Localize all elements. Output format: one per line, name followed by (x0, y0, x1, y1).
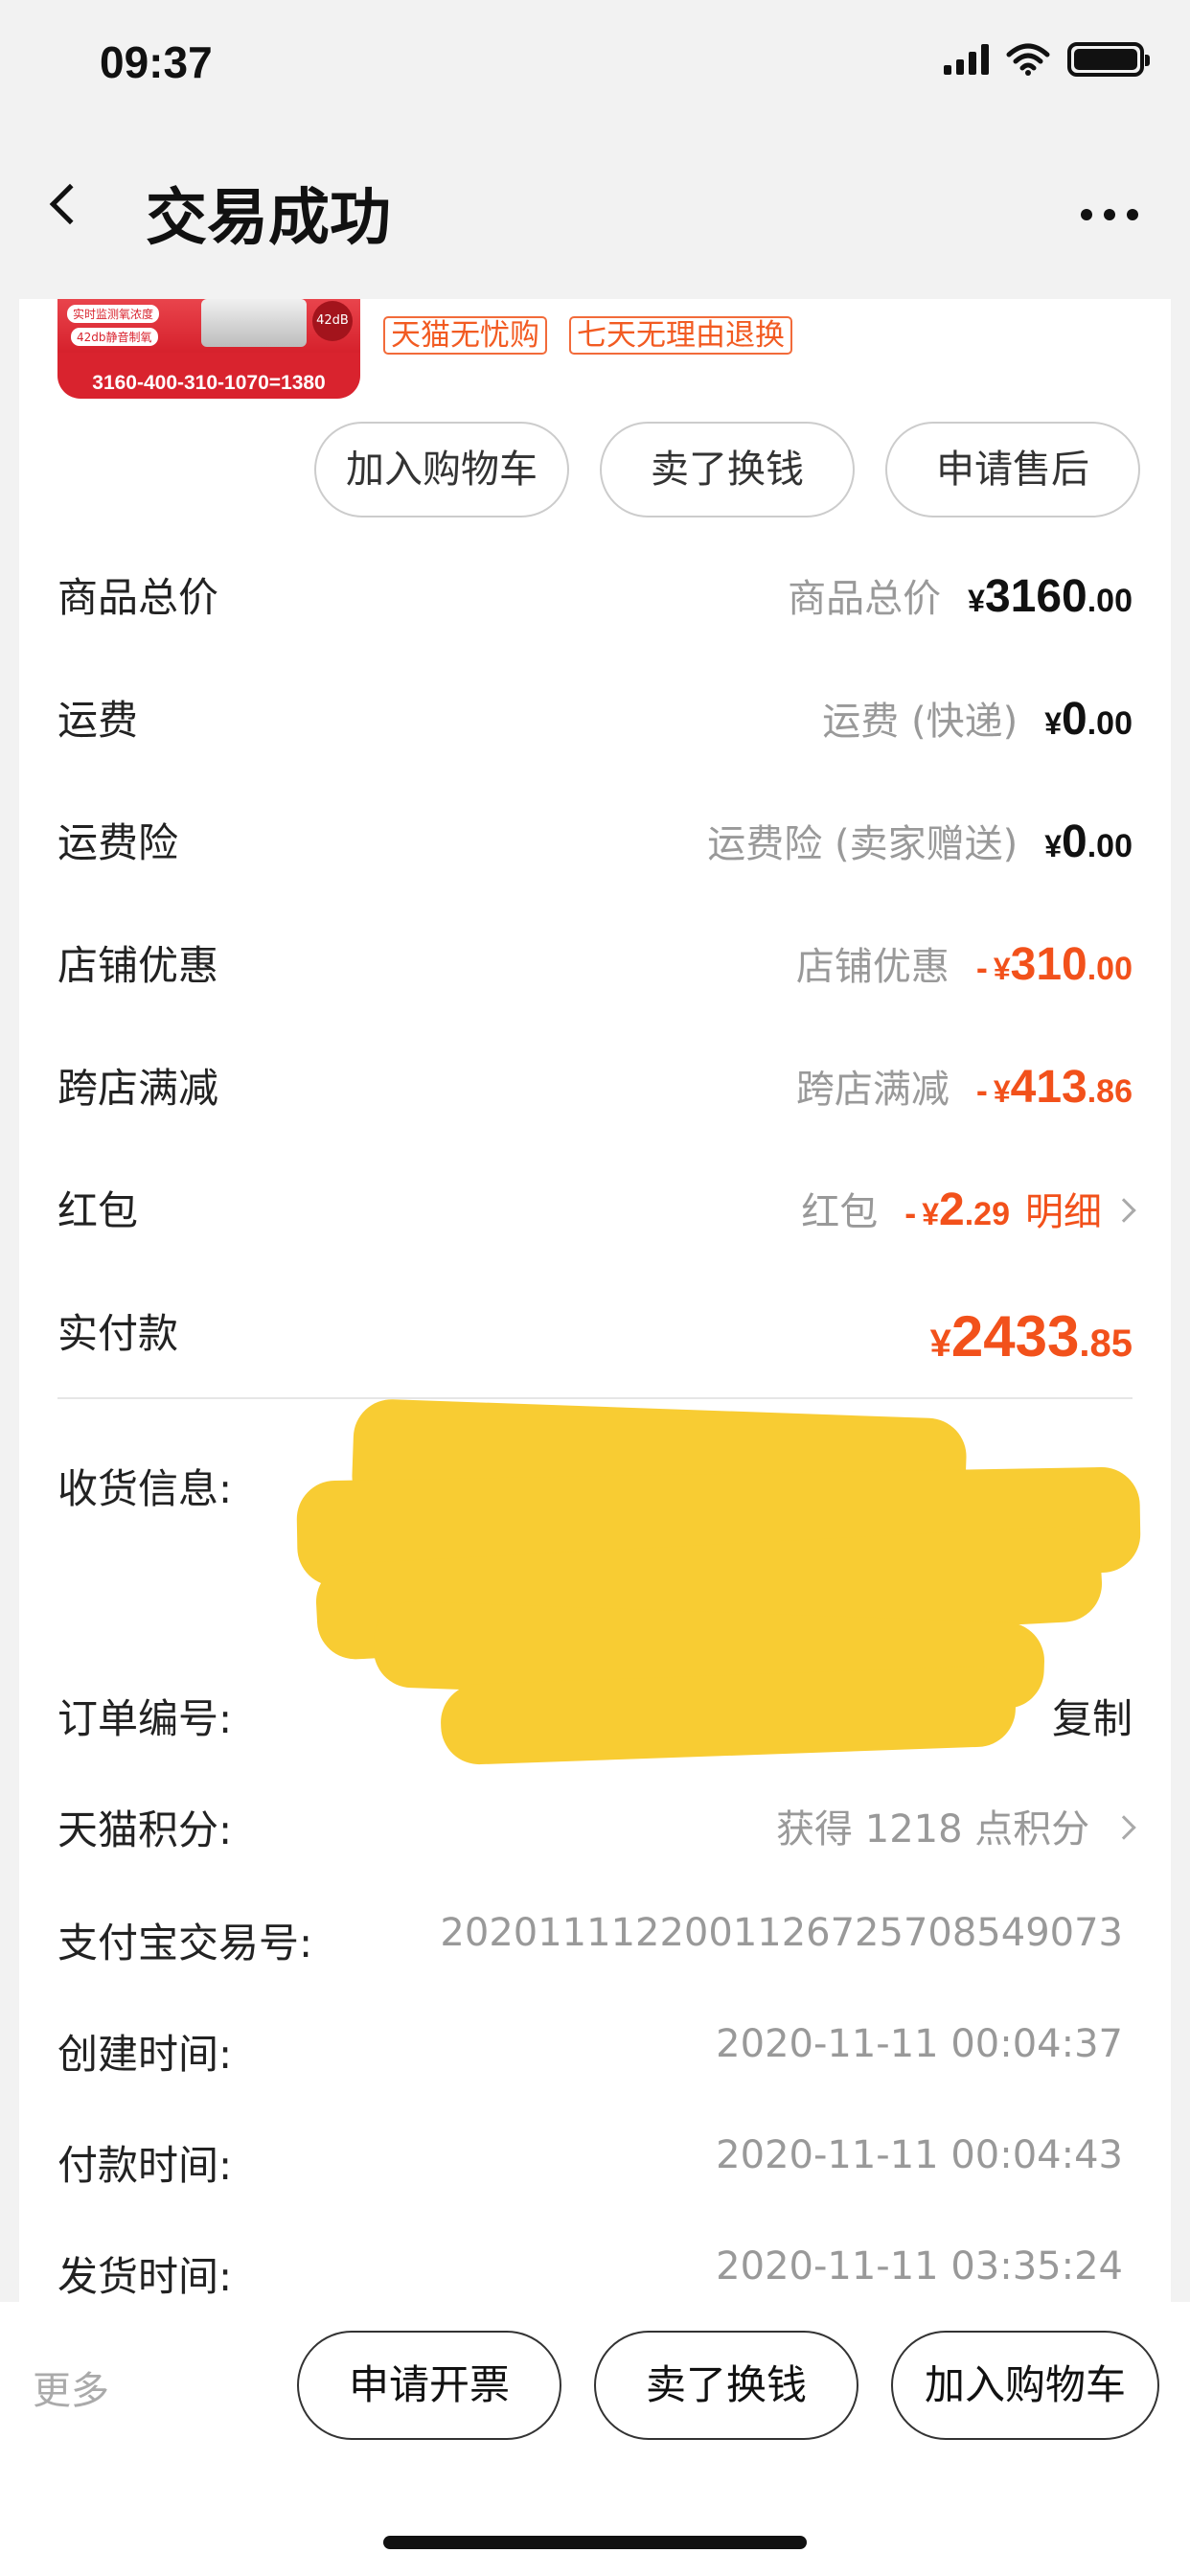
fee-label: 运费 (57, 697, 139, 744)
fee-sub-label: 店铺优惠 (795, 945, 950, 989)
minus-sign: - (904, 1193, 917, 1232)
fee-row-total: 商品总价 商品总价 ¥3160.00 (19, 560, 1171, 646)
fee-sub-label: 商品总价 (788, 577, 942, 621)
paid-label: 实付款 (57, 1310, 179, 1357)
paid-time-row: 付款时间: 2020-11-11 00:04:43 (19, 2126, 1171, 2202)
back-button[interactable] (29, 163, 115, 249)
resell-button[interactable]: 卖了换钱 (600, 422, 855, 518)
service-tag: 天猫无忧购 (383, 316, 547, 355)
service-tag: 七天无理由退换 (569, 316, 792, 355)
fee-sub-label: 运费险 (卖家赠送) (707, 822, 1018, 866)
fee-row-shipping: 运费 运费 (快递) ¥0.00 (19, 682, 1171, 769)
status-bar: 09:37 (0, 0, 1190, 134)
fee-amount: ¥2.29 (922, 1184, 1010, 1235)
fee-sub-label: 红包 (801, 1190, 879, 1234)
alipay-row: 支付宝交易号: 2020111122001126725708549073 (19, 1903, 1171, 1980)
fee-label: 红包 (57, 1187, 139, 1234)
copy-button[interactable]: 复制 (1052, 1687, 1133, 1745)
info-label: 天猫积分: (57, 1806, 233, 1853)
info-label: 收货信息: (57, 1465, 233, 1512)
after-sales-button[interactable]: 申请售后 (885, 422, 1140, 518)
nav-bar: 交易成功 (0, 134, 1190, 297)
home-indicator (383, 2536, 807, 2549)
info-label: 支付宝交易号: (57, 1920, 313, 1966)
thumb-badge: 42dB (312, 301, 353, 341)
product-thumbnail[interactable]: 实时监测氧浓度 42db静音制氧 42dB 3160-400-310-1070=… (57, 299, 360, 399)
page-title: 交易成功 (146, 183, 391, 254)
fee-label: 跨店满减 (57, 1065, 219, 1112)
cellular-signal-icon (944, 44, 989, 75)
battery-icon (1067, 42, 1150, 77)
back-chevron-icon (49, 183, 91, 225)
paid-amount: ¥2433.85 (929, 1304, 1133, 1368)
paid-time-value: 2020-11-11 00:04:43 (716, 2133, 1123, 2177)
fee-row-red-packet[interactable]: 红包 红包 - ¥2.29 明细 (19, 1173, 1171, 1259)
fee-row-paid: 实付款 ¥2433.85 (19, 1296, 1171, 1382)
fee-row-shipping-insurance: 运费险 运费险 (卖家赠送) ¥0.00 (19, 805, 1171, 891)
fee-amount: ¥413.86 (993, 1062, 1133, 1113)
wifi-icon (1006, 43, 1050, 76)
more-options-icon[interactable] (1081, 209, 1138, 220)
fee-row-store-discount: 店铺优惠 店铺优惠 - ¥310.00 (19, 928, 1171, 1014)
info-label: 发货时间: (57, 2253, 233, 2300)
thumb-pill: 42db静音制氧 (71, 328, 158, 346)
chevron-right-icon (1111, 1198, 1136, 1223)
status-icons (944, 42, 1150, 77)
fee-label: 运费险 (57, 819, 179, 866)
fee-label: 店铺优惠 (57, 942, 219, 989)
created-time-row: 创建时间: 2020-11-11 00:04:37 (19, 2014, 1171, 2091)
fee-label: 商品总价 (57, 574, 219, 621)
fee-amount: ¥0.00 (1044, 816, 1133, 867)
product-image (201, 299, 307, 347)
fee-row-cross-store-discount: 跨店满减 跨店满减 - ¥413.86 (19, 1050, 1171, 1137)
divider (57, 1397, 1133, 1399)
fee-amount: ¥3160.00 (968, 571, 1133, 622)
info-label: 订单编号: (57, 1695, 233, 1742)
thumb-pill: 实时监测氧浓度 (67, 305, 160, 323)
points-value: 获得 1218 点积分 (776, 1807, 1090, 1852)
minus-sign: - (975, 948, 988, 987)
status-time: 09:37 (100, 37, 213, 87)
more-button[interactable]: 更多 (33, 2359, 109, 2415)
points-row[interactable]: 天猫积分: 获得 1218 点积分 (19, 1790, 1171, 1867)
bottom-action-bar: 更多 申请开票 卖了换钱 加入购物车 (0, 2302, 1190, 2576)
fee-amount: ¥0.00 (1044, 694, 1133, 745)
add-to-cart-button[interactable]: 加入购物车 (314, 422, 569, 518)
fee-sub-label: 运费 (快递) (822, 700, 1018, 744)
fee-amount: ¥310.00 (993, 939, 1133, 990)
shipped-time-value: 2020-11-11 03:35:24 (716, 2244, 1123, 2288)
detail-link[interactable]: 明细 (1025, 1181, 1102, 1236)
thumb-formula: 3160-400-310-1070=1380 (92, 372, 326, 394)
chevron-right-icon (1111, 1815, 1136, 1840)
shipped-time-row: 发货时间: 2020-11-11 03:35:24 (19, 2237, 1171, 2302)
apply-invoice-button[interactable]: 申请开票 (297, 2331, 561, 2440)
order-card: 实时监测氧浓度 42db静音制氧 42dB 3160-400-310-1070=… (19, 299, 1171, 2302)
resell-button[interactable]: 卖了换钱 (594, 2331, 858, 2440)
info-label: 付款时间: (57, 2142, 233, 2189)
fee-sub-label: 跨店满减 (795, 1068, 950, 1112)
created-time-value: 2020-11-11 00:04:37 (716, 2022, 1123, 2066)
alipay-transaction-number: 2020111122001126725708549073 (440, 1911, 1123, 1955)
add-to-cart-button[interactable]: 加入购物车 (891, 2331, 1159, 2440)
minus-sign: - (975, 1070, 988, 1110)
info-label: 创建时间: (57, 2031, 233, 2078)
